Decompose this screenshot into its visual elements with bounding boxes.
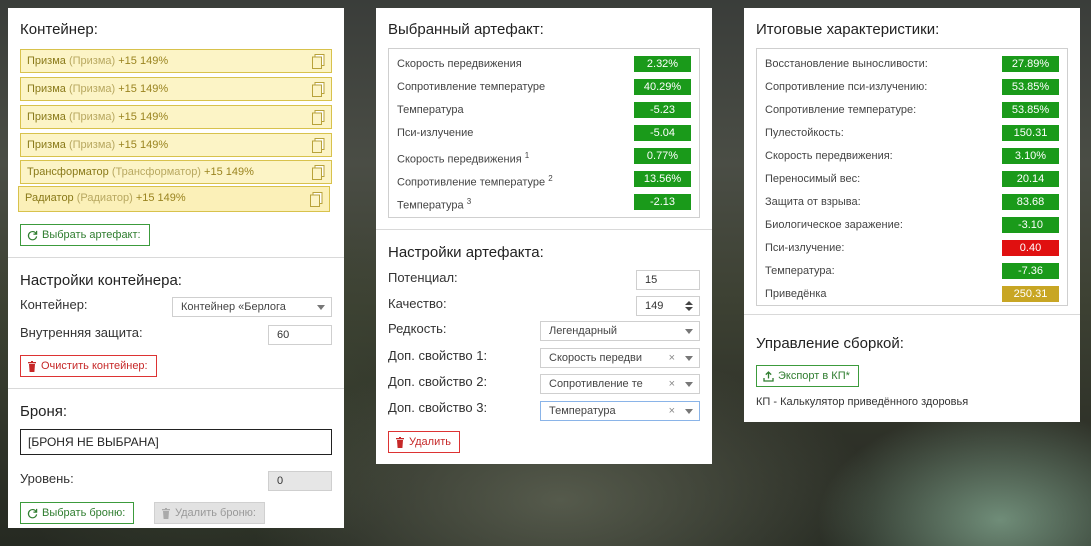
stat-row: Восстановление выносливости: 27.89% [765,55,1059,73]
armor-level-input[interactable]: 0 [268,471,332,491]
artifact-slot-selected[interactable]: Радиатор (Радиатор) +15 149% [18,186,330,212]
stat-row: Пулестойкость: 150.31 [765,124,1059,142]
refresh-icon [27,508,38,518]
build-note: КП - Калькулятор приведённого здоровья [756,396,969,408]
copy-icon[interactable] [310,192,323,207]
clear-x-icon[interactable]: × [669,375,675,393]
artifact-slot[interactable]: Призма (Призма) +15 149% [20,133,332,157]
extra-property-3-select[interactable]: Температура × [540,401,700,421]
stat-row: Биологическое заражение: -3.10 [765,216,1059,234]
totals-section: Итоговые характеристики: Восстановление … [744,8,1080,315]
quality-label: Качество: [388,296,447,311]
clear-container-button[interactable]: Очистить контейнер: [20,355,157,377]
stat-row: Скорость передвижения 2.32% [397,55,691,73]
totals-panel: Итоговые характеристики: Восстановление … [744,8,1080,422]
copy-icon[interactable] [312,82,325,97]
build-title: Управление сборкой: [756,335,904,352]
extra-property-2-label: Доп. свойство 2: [388,374,488,389]
container-label: Контейнер: [20,297,88,312]
container-settings-section: Настройки контейнера: Контейнер: Контейн… [8,259,344,389]
extra-property-1-select[interactable]: Скорость передви × [540,348,700,368]
container-panel: Контейнер: Призма (Призма) +15 149% Приз… [8,8,344,528]
armor-section: Броня: [БРОНЯ НЕ ВЫБРАНА] Уровень: 0 Выб… [8,390,344,528]
inner-protection-label: Внутренняя защита: [20,325,143,340]
stat-row: Защита от взрыва: 83.68 [765,193,1059,211]
container-section: Контейнер: Призма (Призма) +15 149% Приз… [8,8,344,258]
copy-icon[interactable] [312,165,325,180]
potential-input[interactable]: 15 [636,270,700,290]
trash-icon [28,360,36,372]
armor-field[interactable]: [БРОНЯ НЕ ВЫБРАНА] [20,429,332,455]
artifact-slot[interactable]: Призма (Призма) +15 149% [20,49,332,73]
artifact-slot[interactable]: Призма (Призма) +15 149% [20,77,332,101]
chevron-down-icon [685,329,693,334]
build-section: Управление сборкой: Экспорт в КП* КП - К… [744,316,1080,422]
stat-row: Сопротивление температуре 40.29% [397,78,691,96]
refresh-icon [27,230,38,240]
inner-protection-input[interactable]: 60 [268,325,332,345]
container-select[interactable]: Контейнер «Берлога [172,297,332,317]
chevron-down-icon [685,409,693,414]
rarity-label: Редкость: [388,321,447,336]
container-settings-title: Настройки контейнера: [20,272,182,289]
trash-icon [396,436,404,448]
artifact-slot[interactable]: Трансформатор (Трансформатор) +15 149% [20,160,332,184]
stat-row: Сопротивление температуре: 53.85% [765,101,1059,119]
artifact-slot[interactable]: Призма (Призма) +15 149% [20,105,332,129]
stat-row: Переносимый вес: 20.14 [765,170,1059,188]
stat-row: Скорость передвижения 1 0.77% [397,147,691,166]
select-armor-button[interactable]: Выбрать броню: [20,502,135,524]
totals-title: Итоговые характеристики: [756,21,940,38]
delete-armor-button[interactable]: Удалить броню: [154,502,265,524]
rarity-select[interactable]: Легендарный [540,321,700,341]
artifact-panel: Выбранный артефакт: Скорость передвижени… [376,8,712,464]
potential-label: Потенциал: [388,270,458,285]
container-title: Контейнер: [20,21,98,38]
chevron-down-icon [685,356,693,361]
stat-row: Сопротивление пси-излучению: 53.85% [765,78,1059,96]
clear-x-icon[interactable]: × [669,402,675,420]
quality-stepper[interactable]: 149 [636,296,700,316]
artifact-settings-section: Настройки артефакта: Потенциал: 15 Качес… [376,231,712,464]
totals-stats: Восстановление выносливости: 27.89% Сопро… [756,48,1068,306]
copy-icon[interactable] [312,54,325,69]
stat-row: Температура -5.23 [397,101,691,119]
stat-row: Пси-излучение: 0.40 [765,239,1059,257]
export-button[interactable]: Экспорт в КП* [756,365,859,387]
selected-artifact-title: Выбранный артефакт: [388,21,544,38]
selected-artifact-stats: Скорость передвижения 2.32% Сопротивление… [388,48,700,218]
upload-icon [763,370,774,382]
extra-property-2-select[interactable]: Сопротивление те × [540,374,700,394]
spinner-arrows-icon[interactable] [685,300,693,312]
copy-icon[interactable] [312,138,325,153]
chevron-down-icon [685,382,693,387]
extra-property-1-label: Доп. свойство 1: [388,348,488,363]
chevron-down-icon [317,305,325,310]
artifact-settings-title: Настройки артефакта: [388,244,544,261]
stat-row: Пси-излучение -5.04 [397,124,691,142]
select-artifact-button[interactable]: Выбрать артефакт: [20,224,150,246]
armor-level-label: Уровень: [20,471,74,486]
stat-row: Приведёнка 250.31 [765,285,1059,303]
clear-x-icon[interactable]: × [669,349,675,367]
copy-icon[interactable] [312,110,325,125]
selected-artifact-section: Выбранный артефакт: Скорость передвижени… [376,8,712,230]
trash-icon [162,507,170,519]
armor-title: Броня: [20,403,68,420]
stat-row: Скорость передвижения: 3.10% [765,147,1059,165]
stat-row: Температура: -7.36 [765,262,1059,280]
stat-row: Температура 3 -2.13 [397,193,691,212]
stat-row: Сопротивление температуре 2 13.56% [397,170,691,189]
extra-property-3-label: Доп. свойство 3: [388,400,488,415]
delete-artifact-button[interactable]: Удалить [388,431,460,453]
